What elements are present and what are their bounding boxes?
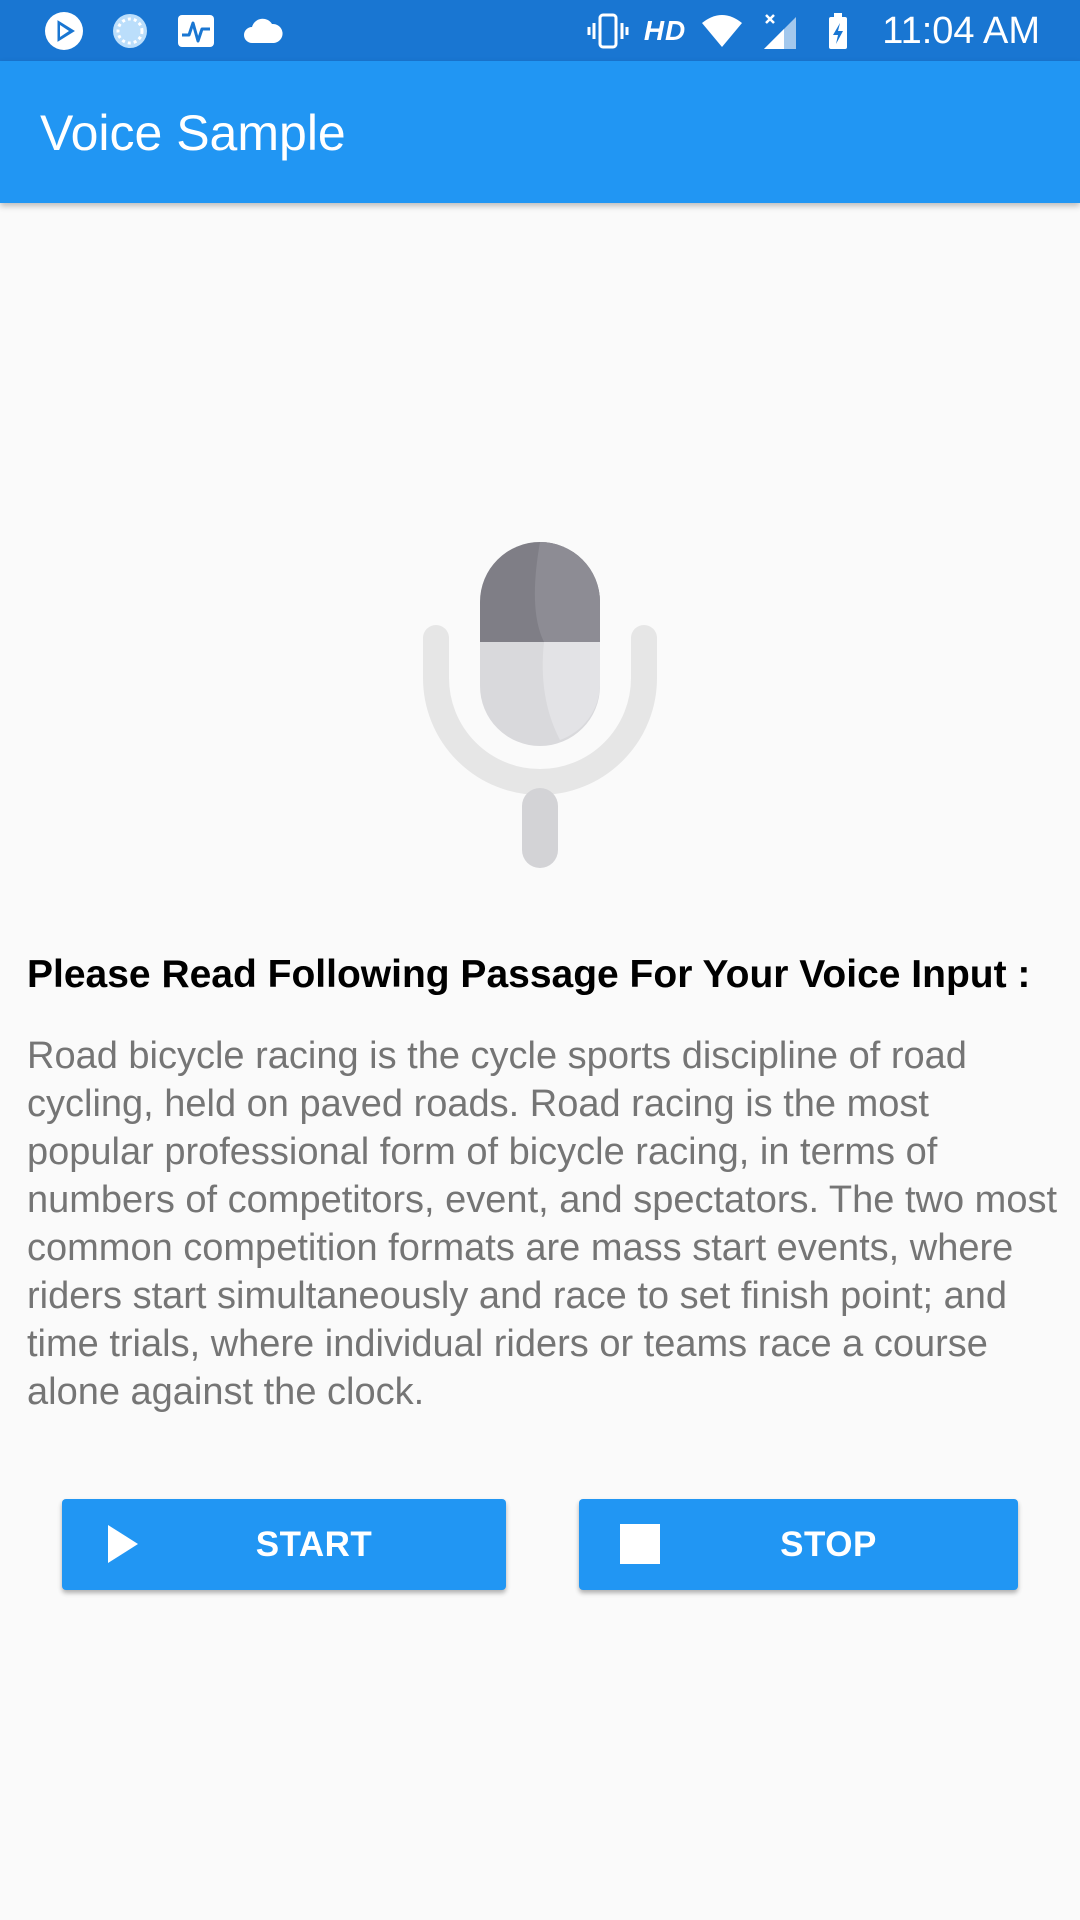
battery-charging-icon [829, 13, 848, 49]
activity-icon [178, 15, 214, 47]
notification-icons [42, 8, 284, 54]
passage-text: Road bicycle racing is the cycle sports … [27, 1035, 1058, 1413]
system-icons: HD 11:04 AM [586, 8, 1040, 54]
wifi-icon [702, 15, 743, 47]
vibrate-icon [587, 13, 629, 49]
stop-button[interactable]: STOP [579, 1499, 1018, 1590]
page-title: Voice Sample [40, 105, 346, 161]
app-bar: Voice Sample [0, 61, 1080, 203]
start-button-label: START [255, 1525, 373, 1564]
sync-icon [113, 14, 147, 48]
stop-button-label: STOP [780, 1525, 877, 1564]
start-button[interactable]: START [62, 1499, 506, 1590]
passage-heading: Please Read Following Passage For Your V… [27, 953, 1031, 996]
microphone-icon [423, 542, 657, 868]
screen: HD 11:04 AM Voice Sample Please Read Fol… [0, 0, 1080, 1920]
status-time: 11:04 AM [882, 9, 1040, 52]
signal-icon [764, 14, 797, 49]
cloud-icon [244, 18, 283, 43]
network-type-label: HD [643, 15, 687, 46]
status-bar: HD 11:04 AM [0, 0, 1080, 61]
play-store-icon [45, 12, 83, 50]
